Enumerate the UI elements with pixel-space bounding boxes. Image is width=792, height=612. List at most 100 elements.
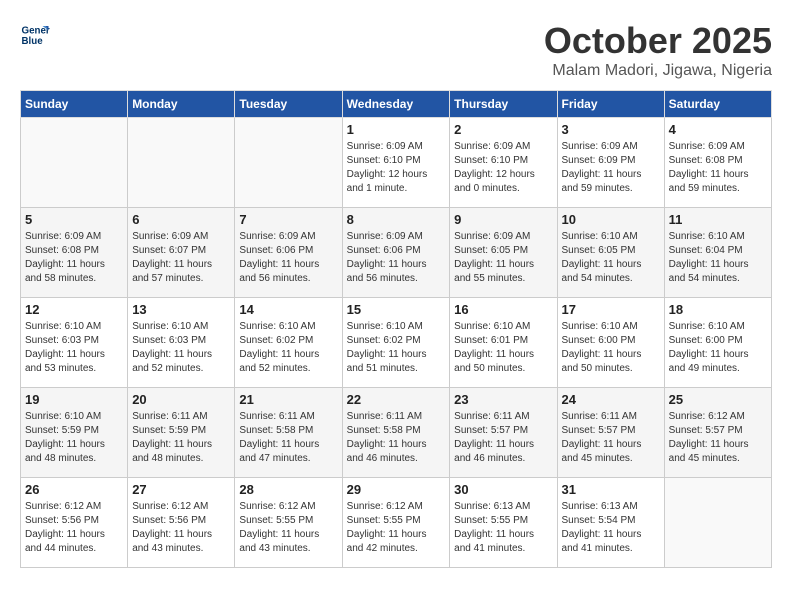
calendar-cell: 9 Sunrise: 6:09 AM Sunset: 6:05 PM Daylig… xyxy=(450,208,557,298)
day-number: 27 xyxy=(132,482,230,497)
calendar-cell: 28 Sunrise: 6:12 AM Sunset: 5:55 PM Dayli… xyxy=(235,478,342,568)
weekday-header-tuesday: Tuesday xyxy=(235,91,342,118)
logo: General Blue xyxy=(20,20,50,50)
day-number: 22 xyxy=(347,392,446,407)
day-number: 29 xyxy=(347,482,446,497)
day-info: Sunrise: 6:10 AM Sunset: 6:00 PM Dayligh… xyxy=(562,320,660,376)
day-number: 31 xyxy=(562,482,660,497)
day-info: Sunrise: 6:13 AM Sunset: 5:55 PM Dayligh… xyxy=(454,500,552,556)
day-info: Sunrise: 6:11 AM Sunset: 5:57 PM Dayligh… xyxy=(562,410,660,466)
day-info: Sunrise: 6:09 AM Sunset: 6:06 PM Dayligh… xyxy=(347,230,446,286)
day-info: Sunrise: 6:09 AM Sunset: 6:06 PM Dayligh… xyxy=(239,230,337,286)
calendar-cell: 8 Sunrise: 6:09 AM Sunset: 6:06 PM Daylig… xyxy=(342,208,450,298)
week-row-4: 19Sunrise: 6:10 AM Sunset: 5:59 PM Dayli… xyxy=(21,388,772,478)
svg-text:Blue: Blue xyxy=(22,36,44,47)
calendar-cell: 17 Sunrise: 6:10 AM Sunset: 6:00 PM Dayli… xyxy=(557,298,664,388)
day-info: Sunrise: 6:10 AM Sunset: 6:02 PM Dayligh… xyxy=(239,320,337,376)
calendar-cell: 7 Sunrise: 6:09 AM Sunset: 6:06 PM Daylig… xyxy=(235,208,342,298)
day-info: Sunrise: 6:09 AM Sunset: 6:09 PM Dayligh… xyxy=(562,140,660,196)
day-number: 14 xyxy=(239,302,337,317)
month-title: October 2025 xyxy=(544,20,772,62)
day-info: Sunrise: 6:09 AM Sunset: 6:08 PM Dayligh… xyxy=(669,140,767,196)
day-info: Sunrise: 6:11 AM Sunset: 5:59 PM Dayligh… xyxy=(132,410,230,466)
day-info: Sunrise: 6:12 AM Sunset: 5:57 PM Dayligh… xyxy=(669,410,767,466)
day-info: Sunrise: 6:12 AM Sunset: 5:56 PM Dayligh… xyxy=(25,500,123,556)
day-info: Sunrise: 6:10 AM Sunset: 6:05 PM Dayligh… xyxy=(562,230,660,286)
day-number: 20 xyxy=(132,392,230,407)
week-row-3: 12 Sunrise: 6:10 AM Sunset: 6:03 PM Dayli… xyxy=(21,298,772,388)
day-info: Sunrise: 6:13 AM Sunset: 5:54 PM Dayligh… xyxy=(562,500,660,556)
calendar-cell: 15Sunrise: 6:10 AM Sunset: 6:02 PM Dayli… xyxy=(342,298,450,388)
calendar-cell xyxy=(21,118,128,208)
calendar-cell: 13 Sunrise: 6:10 AM Sunset: 6:03 PM Dayli… xyxy=(128,298,235,388)
location-subtitle: Malam Madori, Jigawa, Nigeria xyxy=(544,62,772,80)
weekday-header-friday: Friday xyxy=(557,91,664,118)
week-row-1: 1 Sunrise: 6:09 AM Sunset: 6:10 PM Daylig… xyxy=(21,118,772,208)
calendar-cell: 25 Sunrise: 6:12 AM Sunset: 5:57 PM Dayli… xyxy=(664,388,771,478)
day-info: Sunrise: 6:09 AM Sunset: 6:05 PM Dayligh… xyxy=(454,230,552,286)
calendar-cell: 2Sunrise: 6:09 AM Sunset: 6:10 PM Daylig… xyxy=(450,118,557,208)
day-info: Sunrise: 6:09 AM Sunset: 6:07 PM Dayligh… xyxy=(132,230,230,286)
day-info: Sunrise: 6:10 AM Sunset: 6:00 PM Dayligh… xyxy=(669,320,767,376)
day-number: 13 xyxy=(132,302,230,317)
calendar-cell xyxy=(128,118,235,208)
day-number: 8 xyxy=(347,212,446,227)
day-number: 17 xyxy=(562,302,660,317)
day-info: Sunrise: 6:10 AM Sunset: 6:03 PM Dayligh… xyxy=(25,320,123,376)
day-info: Sunrise: 6:09 AM Sunset: 6:08 PM Dayligh… xyxy=(25,230,123,286)
weekday-header-sunday: Sunday xyxy=(21,91,128,118)
day-number: 1 xyxy=(347,122,446,137)
day-number: 21 xyxy=(239,392,337,407)
calendar-cell: 12 Sunrise: 6:10 AM Sunset: 6:03 PM Dayli… xyxy=(21,298,128,388)
title-area: October 2025 Malam Madori, Jigawa, Niger… xyxy=(544,20,772,80)
calendar-cell: 24Sunrise: 6:11 AM Sunset: 5:57 PM Dayli… xyxy=(557,388,664,478)
calendar-cell: 20 Sunrise: 6:11 AM Sunset: 5:59 PM Dayli… xyxy=(128,388,235,478)
week-row-5: 26 Sunrise: 6:12 AM Sunset: 5:56 PM Dayli… xyxy=(21,478,772,568)
day-info: Sunrise: 6:12 AM Sunset: 5:55 PM Dayligh… xyxy=(347,500,446,556)
day-number: 28 xyxy=(239,482,337,497)
day-info: Sunrise: 6:12 AM Sunset: 5:55 PM Dayligh… xyxy=(239,500,337,556)
calendar-cell: 29 Sunrise: 6:12 AM Sunset: 5:55 PM Dayli… xyxy=(342,478,450,568)
calendar-cell: 31 Sunrise: 6:13 AM Sunset: 5:54 PM Dayli… xyxy=(557,478,664,568)
calendar-cell: 27 Sunrise: 6:12 AM Sunset: 5:56 PM Dayli… xyxy=(128,478,235,568)
day-number: 12 xyxy=(25,302,123,317)
day-number: 19 xyxy=(25,392,123,407)
weekday-header-monday: Monday xyxy=(128,91,235,118)
day-number: 15 xyxy=(347,302,446,317)
day-number: 3 xyxy=(562,122,660,137)
day-info: Sunrise: 6:11 AM Sunset: 5:58 PM Dayligh… xyxy=(347,410,446,466)
day-number: 23 xyxy=(454,392,552,407)
day-number: 2 xyxy=(454,122,552,137)
calendar-cell: 30 Sunrise: 6:13 AM Sunset: 5:55 PM Dayli… xyxy=(450,478,557,568)
day-info: Sunrise: 6:10 AM Sunset: 6:03 PM Dayligh… xyxy=(132,320,230,376)
calendar-cell: 3 Sunrise: 6:09 AM Sunset: 6:09 PM Daylig… xyxy=(557,118,664,208)
calendar-cell xyxy=(235,118,342,208)
calendar-cell: 21Sunrise: 6:11 AM Sunset: 5:58 PM Dayli… xyxy=(235,388,342,478)
day-number: 25 xyxy=(669,392,767,407)
calendar-cell: 26 Sunrise: 6:12 AM Sunset: 5:56 PM Dayli… xyxy=(21,478,128,568)
weekday-header-thursday: Thursday xyxy=(450,91,557,118)
day-number: 5 xyxy=(25,212,123,227)
calendar-cell: 19Sunrise: 6:10 AM Sunset: 5:59 PM Dayli… xyxy=(21,388,128,478)
day-number: 18 xyxy=(669,302,767,317)
day-info: Sunrise: 6:11 AM Sunset: 5:57 PM Dayligh… xyxy=(454,410,552,466)
day-info: Sunrise: 6:10 AM Sunset: 6:04 PM Dayligh… xyxy=(669,230,767,286)
day-number: 10 xyxy=(562,212,660,227)
day-info: Sunrise: 6:09 AM Sunset: 6:10 PM Dayligh… xyxy=(347,140,446,196)
day-number: 11 xyxy=(669,212,767,227)
day-number: 6 xyxy=(132,212,230,227)
calendar-cell: 6 Sunrise: 6:09 AM Sunset: 6:07 PM Daylig… xyxy=(128,208,235,298)
day-number: 9 xyxy=(454,212,552,227)
calendar-cell: 5 Sunrise: 6:09 AM Sunset: 6:08 PM Daylig… xyxy=(21,208,128,298)
week-row-2: 5 Sunrise: 6:09 AM Sunset: 6:08 PM Daylig… xyxy=(21,208,772,298)
day-number: 30 xyxy=(454,482,552,497)
calendar-cell: 11 Sunrise: 6:10 AM Sunset: 6:04 PM Dayli… xyxy=(664,208,771,298)
page-header: General Blue October 2025 Malam Madori, … xyxy=(20,20,772,80)
day-number: 7 xyxy=(239,212,337,227)
day-number: 4 xyxy=(669,122,767,137)
day-number: 26 xyxy=(25,482,123,497)
logo-icon: General Blue xyxy=(20,20,50,50)
weekday-header-saturday: Saturday xyxy=(664,91,771,118)
calendar-cell: 18 Sunrise: 6:10 AM Sunset: 6:00 PM Dayli… xyxy=(664,298,771,388)
day-info: Sunrise: 6:12 AM Sunset: 5:56 PM Dayligh… xyxy=(132,500,230,556)
